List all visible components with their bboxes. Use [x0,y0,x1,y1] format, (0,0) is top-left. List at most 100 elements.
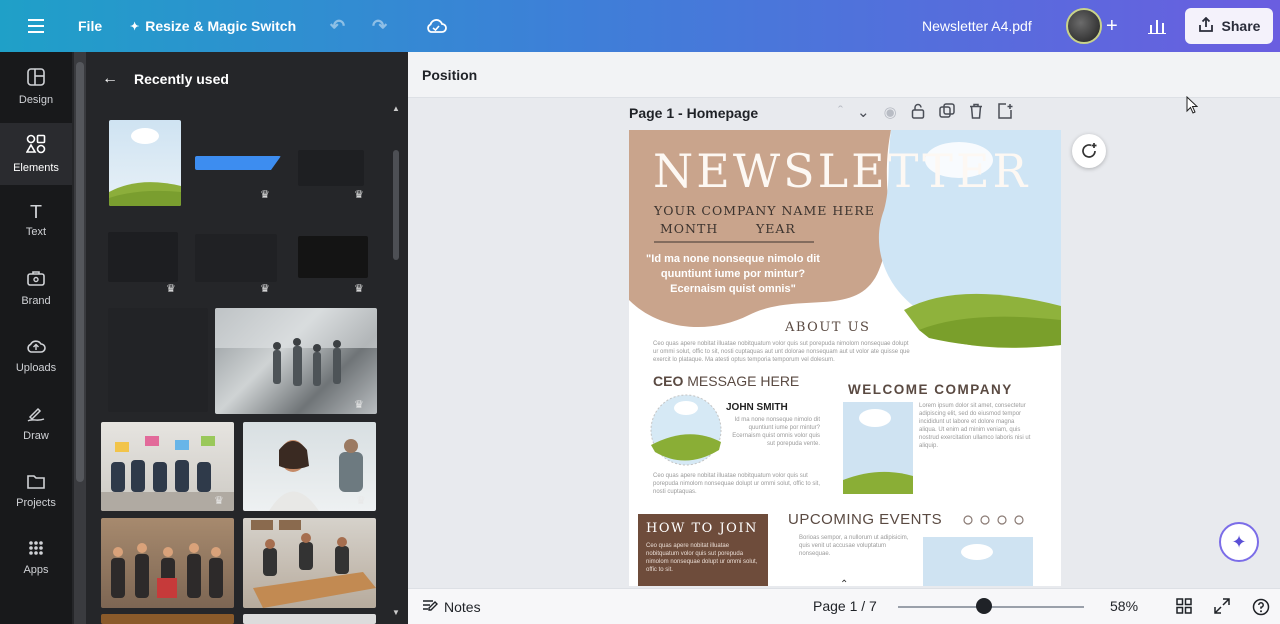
notes-icon [422,598,438,615]
sparkle-icon: ✦ [1231,531,1247,552]
year-label[interactable]: YEAR [756,221,796,236]
chevron-down-icon[interactable]: ⌄ [857,103,870,123]
design-icon [27,68,45,90]
nav-label: Brand [21,295,51,307]
crown-icon: ♛ [260,189,270,201]
dark-image-thumbnail[interactable] [108,308,208,412]
ceo-heading[interactable]: CEO MESSAGE HERE [653,373,799,389]
trash-icon[interactable] [969,103,983,123]
crown-icon: ♛ [166,283,176,295]
welcome-text[interactable]: Lorem ipsum dolor sit amet, consectetur … [919,402,1033,450]
hamburger-icon[interactable] [28,0,44,52]
black-rectangle-thumbnail[interactable] [298,236,368,278]
panel-header: ← Recently used [102,70,229,88]
month-label[interactable]: MONTH [660,221,718,236]
brand-icon [27,269,45,291]
quote-text[interactable]: "Id ma none nonseque nimolo dit quuntiun… [635,252,831,297]
crown-icon: ♛ [214,495,224,507]
avatar[interactable] [1066,8,1102,44]
mouse-cursor [1186,95,1199,119]
arrow-left-icon[interactable]: ← [102,70,118,88]
magic-assistant-button[interactable]: ✦ [1219,522,1259,562]
hide-page-icon[interactable]: ◉ [884,103,897,123]
welcome-heading[interactable]: WELCOME COMPANY [848,382,1013,397]
page-title[interactable]: Page 1 - Homepage [629,105,758,121]
nav-apps[interactable]: Apps [0,527,72,589]
fullscreen-icon[interactable] [1214,598,1230,617]
page-counter[interactable]: Page 1 / 7 [813,598,877,614]
nav-draw[interactable]: Draw [0,392,72,454]
nav-text[interactable]: T Text [0,190,72,252]
office-party-photo-thumbnail[interactable] [101,518,234,608]
cloud-sync-icon[interactable] [425,0,447,52]
chevron-up-icon[interactable]: ˆ [838,103,843,123]
join-heading[interactable]: HOW TO JOIN [646,521,758,536]
join-text[interactable]: Ceo quas apere nobitat illuatae nobitqua… [646,542,760,574]
context-toolbar: Position [408,52,1280,98]
resize-magic-switch-button[interactable]: ✦ Resize & Magic Switch [130,0,296,52]
events-heading[interactable]: UPCOMING EVENTS [788,511,942,528]
ceo-text[interactable]: Id ma none nonseque nimolo dit quuntiunt… [726,416,820,448]
panel-title: Recently used [134,71,229,87]
ceo-name[interactable]: JOHN SMITH [726,402,788,413]
undo-icon[interactable]: ↶ [330,0,345,52]
redo-icon[interactable]: ↷ [372,0,387,52]
crown-icon: ♛ [260,283,270,295]
ceo-text-continued[interactable]: Ceo quas apere nobitat illuatae nobitqua… [653,472,821,496]
nav-uploads[interactable]: Uploads [0,325,72,387]
nav-label: Uploads [15,362,57,374]
side-nav: Design Elements T Text Brand Uploads Dra… [0,52,72,624]
people-walking-photo-thumbnail[interactable] [215,308,377,414]
zoom-level[interactable]: 58% [1110,598,1138,614]
nav-design[interactable]: Design [0,56,72,118]
lock-icon[interactable] [911,103,925,123]
dark-frame-thumbnail[interactable] [108,232,178,282]
dark-shape-thumbnail[interactable] [298,150,364,186]
comment-add-icon[interactable] [1072,134,1106,168]
draw-icon [27,404,45,426]
newsletter-page[interactable]: NEWSLETTER YOUR COMPANY NAME HERE MONTH … [629,130,1061,586]
blue-banner-shape-thumbnail[interactable] [195,156,281,170]
about-heading[interactable]: ABOUT US [785,320,870,335]
panel-scroll-thumb[interactable] [393,150,399,260]
meeting-table-photo-thumbnail[interactable] [243,518,376,608]
document-title[interactable]: Newsletter A4.pdf [922,0,1032,52]
dark-card-thumbnail[interactable] [195,234,277,282]
share-icon [1198,16,1214,36]
help-icon[interactable] [1252,598,1270,619]
share-button[interactable]: Share [1185,8,1273,44]
resize-label: Resize & Magic Switch [145,18,297,34]
company-name[interactable]: YOUR COMPANY NAME HERE [654,203,875,218]
nav-projects[interactable]: Projects [0,460,72,522]
scroll-down-icon[interactable]: ▼ [392,608,400,617]
notes-button[interactable]: Notes [422,598,481,615]
nav-label: Text [25,226,47,238]
photo-thumbnail-partial[interactable] [243,614,376,624]
file-menu[interactable]: File [78,0,102,52]
nav-elements[interactable]: Elements [0,123,72,185]
chevron-up-icon[interactable]: ⌃ [840,579,848,590]
events-text[interactable]: Borioas sempor, a nullorum ut adipisicim… [799,534,911,558]
panel-left-scroll-thumb[interactable] [76,62,84,482]
share-label: Share [1221,18,1261,34]
position-button[interactable]: Position [422,67,477,83]
zoom-slider-handle[interactable] [976,598,992,614]
grid-view-icon[interactable] [1176,598,1192,617]
elements-icon [25,134,46,158]
nav-brand[interactable]: Brand [0,257,72,319]
panel-left-scrollbar[interactable] [74,52,86,624]
bar-chart-icon[interactable] [1148,0,1166,52]
nav-label: Elements [13,162,59,174]
photo-thumbnail-partial[interactable] [101,614,234,624]
plus-icon[interactable]: + [1106,0,1118,52]
nav-label: Projects [16,497,56,509]
sky-landscape-thumbnail[interactable] [109,120,181,206]
top-bar: File ✦ Resize & Magic Switch ↶ ↷ Newslet… [0,0,1280,52]
newsletter-title[interactable]: NEWSLETTER [653,144,1030,198]
add-page-icon[interactable] [997,103,1013,123]
text-icon: T [30,202,42,223]
about-text[interactable]: Ceo quas apere nobitat illuatae nobitqua… [653,340,915,364]
duplicate-page-icon[interactable] [938,103,955,123]
scroll-up-icon[interactable]: ▲ [392,104,400,113]
panel-scrollbar[interactable]: ▲ ▼ [390,100,402,624]
